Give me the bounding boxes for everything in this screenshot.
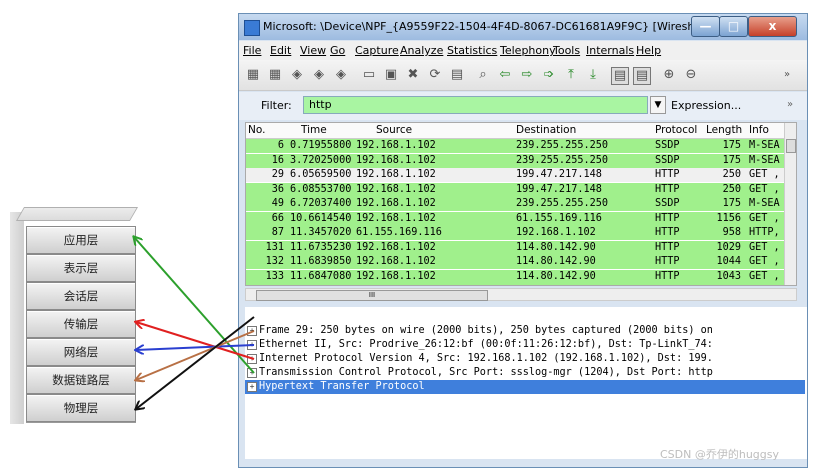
arrow-frame-to-physical (136, 316, 255, 409)
arrow-ethernet-to-datalink (136, 330, 255, 380)
layer-mapping-arrows (0, 0, 255, 471)
arrow-tcp-to-transport (136, 322, 255, 360)
arrow-ip-to-network (136, 344, 255, 350)
